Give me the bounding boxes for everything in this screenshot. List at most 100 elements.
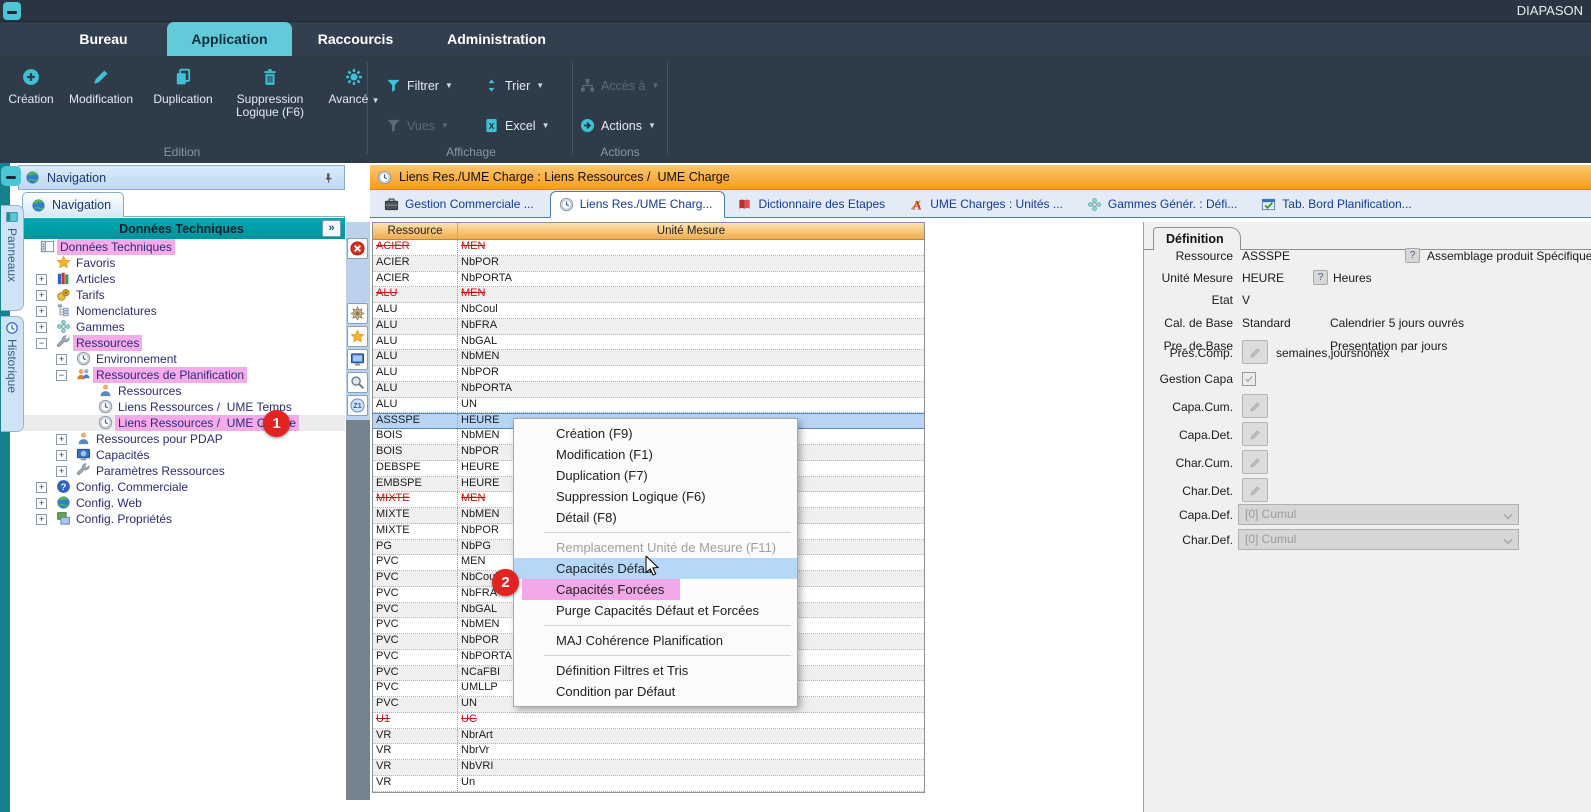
ribbon-tab-bureau[interactable]: Bureau [40,22,167,56]
menu-item-detail-f8[interactable]: Détail (F8) [514,507,797,528]
ribbon-tab-raccourcis[interactable]: Raccourcis [292,22,419,56]
expand-icon[interactable]: + [36,498,47,509]
expand-icon[interactable]: + [36,514,47,525]
checkbox-gestion-capa[interactable] [1242,372,1256,386]
table-row[interactable]: ALUNbGAL [373,335,924,351]
menu-item-duplication-f7[interactable]: Duplication (F7) [514,465,797,486]
expand-icon[interactable]: + [56,434,67,445]
table-row[interactable]: U1UC [373,713,924,729]
tree-item-environnement[interactable]: +Environnement [18,351,345,367]
edit-button-char-det[interactable] [1242,478,1268,502]
expand-icon[interactable]: + [36,306,47,317]
expand-icon[interactable]: + [56,466,67,477]
expand-icon[interactable]: + [36,290,47,301]
menu-item-definition-filtres-et-tris[interactable]: Définition Filtres et Tris [514,660,797,681]
ribbon-button-excel[interactable]: XExcel▼ [484,118,550,133]
ribbon-tab-administration[interactable]: Administration [419,22,574,56]
table-row[interactable]: VRNbrArt [373,729,924,745]
expand-icon[interactable]: + [36,482,47,493]
tab-navigation[interactable]: Navigation [22,192,124,217]
table-row[interactable]: ALUNbPOR [373,366,924,382]
collapse-icon[interactable]: − [56,370,67,381]
tool-button-search[interactable] [347,372,368,393]
edit-button-pres-comp[interactable] [1242,340,1268,364]
select-capa-def[interactable]: [0] Cumul [1238,504,1519,525]
tree-item-liens-ressources-ume-charge[interactable]: Liens Ressources / UME Charge [18,415,345,431]
document-tab-dictionnaire-des-etapes[interactable]: Dictionnaire des Etapes [729,192,897,217]
side-tab-historique[interactable]: Historique [1,316,24,432]
help-button[interactable]: ? [1313,270,1328,285]
tree-item-donnees-techniques[interactable]: Données Techniques [18,239,345,255]
menu-item-suppression-logique-f6[interactable]: Suppression Logique (F6) [514,486,797,507]
tool-button-settings[interactable] [347,303,368,324]
menu-item-purge-capacites-defaut-et-forcees[interactable]: Purge Capacités Défaut et Forcées [514,600,797,621]
tab-definition[interactable]: Définition [1153,227,1241,250]
document-tab-ume-charges-unites[interactable]: AUME Charges : Unités ... [901,192,1075,217]
table-row[interactable]: ALUUN [373,398,924,414]
table-row[interactable]: ACIERMEN [373,240,924,256]
table-row[interactable]: VRUn [373,776,924,792]
expand-icon[interactable]: + [56,450,67,461]
expand-icon[interactable]: + [56,354,67,365]
tree-item-config-commerciale[interactable]: +?Config. Commerciale [18,479,345,495]
tree-item-config-web[interactable]: +Config. Web [18,495,345,511]
tree-item-nomenclatures[interactable]: +Nomenclatures [18,303,345,319]
tree-item-ressources-de-planification[interactable]: −Ressources de Planification [18,367,345,383]
menu-item-modification-f1[interactable]: Modification (F1) [514,444,797,465]
panel-splitter[interactable] [346,420,370,800]
ribbon-button-duplication[interactable]: Duplication [144,56,222,119]
edit-button-char-cum[interactable] [1242,450,1268,474]
column-header-unite-mesure[interactable]: Unité Mesure [458,223,924,239]
tree-item-config-proprietes[interactable]: +Config. Propriétés [18,511,345,527]
table-row[interactable]: ALUMEN [373,287,924,303]
collapse-icon[interactable]: − [36,338,47,349]
menu-item-maj-coherence-planification[interactable]: MAJ Cohérence Planification [514,630,797,651]
table-row[interactable]: ALUNbFRA [373,319,924,335]
expand-icon[interactable]: + [36,274,47,285]
ribbon-button-trier[interactable]: Trier▼ [484,78,544,93]
table-row[interactable]: VRNbrVr [373,744,924,760]
collapse-panel-button[interactable]: » [322,220,341,237]
document-tab-liens-res-ume-charg[interactable]: Liens Res./UME Charg... [550,191,726,218]
ribbon-button-creation[interactable]: Création [4,56,58,119]
expand-icon[interactable]: + [36,322,47,333]
tree-item-ressources-pour-pdap[interactable]: +Ressources pour PDAP [18,431,345,447]
ribbon-button-suppression-logique-f6[interactable]: Suppression Logique (F6) [222,56,318,119]
help-button[interactable]: ? [1405,248,1420,263]
tool-button-close[interactable] [347,238,368,259]
tool-button-display[interactable] [347,349,368,370]
ribbon-button-actions[interactable]: Actions▼ [580,118,656,133]
select-char-def[interactable]: [0] Cumul [1238,529,1519,550]
edit-button-capa-det[interactable] [1242,422,1268,446]
tree-item-liens-ressources-ume-temps[interactable]: Liens Ressources / UME Temps [18,399,345,415]
pin-icon[interactable] [323,171,336,187]
menu-item-capacites-forcees[interactable]: Capacités Forcées [514,579,797,600]
tool-button-zoom-1[interactable]: Z1 [347,395,368,416]
table-row[interactable]: ALUNbPORTA [373,382,924,398]
tree-item-ressources[interactable]: Ressources [18,383,345,399]
table-row[interactable]: ALUNbMEN [373,350,924,366]
tree-item-tarifs[interactable]: +Tarifs [18,287,345,303]
tree-item-articles[interactable]: +Articles [18,271,345,287]
tree-item-capacites[interactable]: +Capacités [18,447,345,463]
menu-item-condition-par-defaut[interactable]: Condition par Défaut [514,681,797,702]
tree-item-favoris[interactable]: Favoris [18,255,345,271]
table-row[interactable]: ALUNbCoul [373,303,924,319]
tree-item-parametres-ressources[interactable]: +Paramètres Ressources [18,463,345,479]
side-tab-panneaux[interactable]: Panneaux [1,205,24,311]
column-header-ressource[interactable]: Ressource [373,223,458,239]
ribbon-button-modification[interactable]: Modification [58,56,144,119]
document-tab-tab-bord-planification[interactable]: Tab. Bord Planification... [1253,192,1423,217]
document-tab-gestion-commerciale[interactable]: Gestion Commerciale ... [376,192,546,217]
tree-item-ressources[interactable]: −Ressources [18,335,345,351]
edit-button-capa-cum[interactable] [1242,394,1268,418]
table-row[interactable]: VRNbVRI [373,760,924,776]
ribbon-tab-application[interactable]: Application [167,22,292,56]
document-tab-gammes-gener-defi[interactable]: Gammes Génér. : Défi... [1079,192,1249,217]
panel-logo-icon[interactable] [1,166,21,186]
tree-item-gammes[interactable]: +Gammes [18,319,345,335]
ribbon-button-filtrer[interactable]: Filtrer▼ [386,78,453,93]
tool-button-favorites[interactable] [347,326,368,347]
table-row[interactable]: ACIERNbPORTA [373,272,924,288]
menu-item-creation-f9[interactable]: Création (F9) [514,423,797,444]
